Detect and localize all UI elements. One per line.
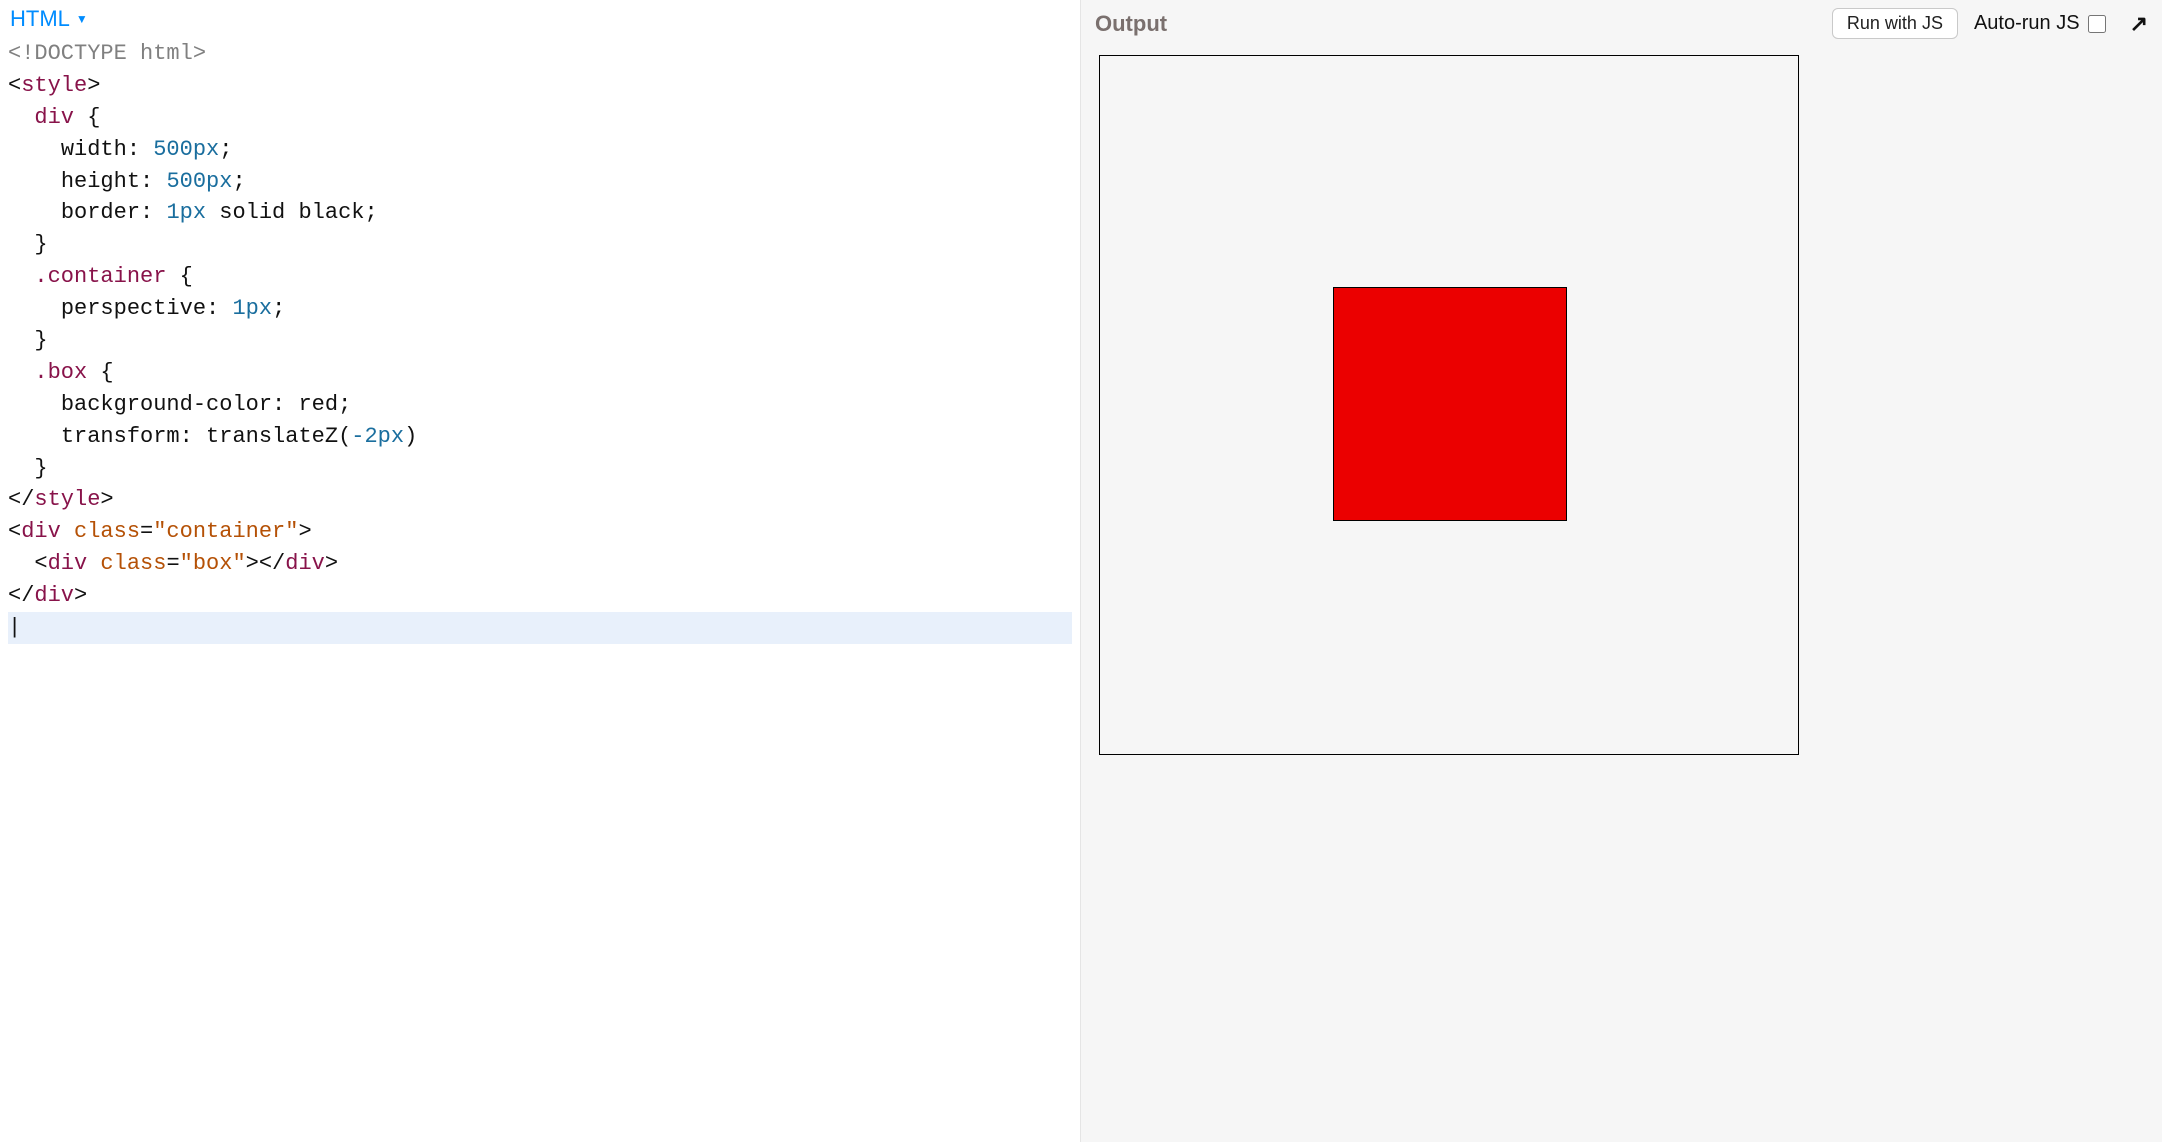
code-line[interactable]: } <box>8 453 1072 485</box>
code-line[interactable]: <style> <box>8 70 1072 102</box>
language-label: HTML <box>10 6 70 32</box>
autorun-label: Auto-run JS <box>1974 12 2080 35</box>
autorun-toggle[interactable]: Auto-run JS <box>1974 12 2106 35</box>
chevron-down-icon: ▼ <box>76 12 88 26</box>
preview-area <box>1081 47 2162 1142</box>
popout-icon[interactable]: ↗ <box>2122 11 2148 37</box>
output-header: Output Run with JS Auto-run JS ↗ <box>1081 0 2162 47</box>
code-line[interactable]: <div class="container"> <box>8 516 1072 548</box>
code-line[interactable]: height: 500px; <box>8 166 1072 198</box>
code-line[interactable]: <div class="box"></div> <box>8 548 1072 580</box>
code-line[interactable]: } <box>8 325 1072 357</box>
editor-pane: HTML ▼ <!DOCTYPE html><style> div { widt… <box>0 0 1081 1142</box>
code-line[interactable] <box>8 612 1072 644</box>
code-line[interactable]: border: 1px solid black; <box>8 197 1072 229</box>
code-line[interactable]: </style> <box>8 484 1072 516</box>
code-line[interactable]: .box { <box>8 357 1072 389</box>
code-editor[interactable]: <!DOCTYPE html><style> div { width: 500p… <box>0 34 1080 1142</box>
code-line[interactable]: background-color: red; <box>8 389 1072 421</box>
preview-frame <box>1099 55 2144 1124</box>
autorun-checkbox[interactable] <box>2088 15 2106 33</box>
code-line[interactable]: perspective: 1px; <box>8 293 1072 325</box>
language-selector[interactable]: HTML ▼ <box>0 0 1080 34</box>
code-line[interactable]: div { <box>8 102 1072 134</box>
code-line[interactable]: </div> <box>8 580 1072 612</box>
preview-inner-box <box>1333 287 1567 521</box>
code-line[interactable]: <!DOCTYPE html> <box>8 38 1072 70</box>
run-with-js-button[interactable]: Run with JS <box>1832 8 1958 39</box>
output-title: Output <box>1095 11 1167 37</box>
code-line[interactable]: .container { <box>8 261 1072 293</box>
code-line[interactable]: transform: translateZ(-2px) <box>8 421 1072 453</box>
code-line[interactable]: } <box>8 229 1072 261</box>
output-pane: Output Run with JS Auto-run JS ↗ <box>1081 0 2162 1142</box>
code-line[interactable]: width: 500px; <box>8 134 1072 166</box>
